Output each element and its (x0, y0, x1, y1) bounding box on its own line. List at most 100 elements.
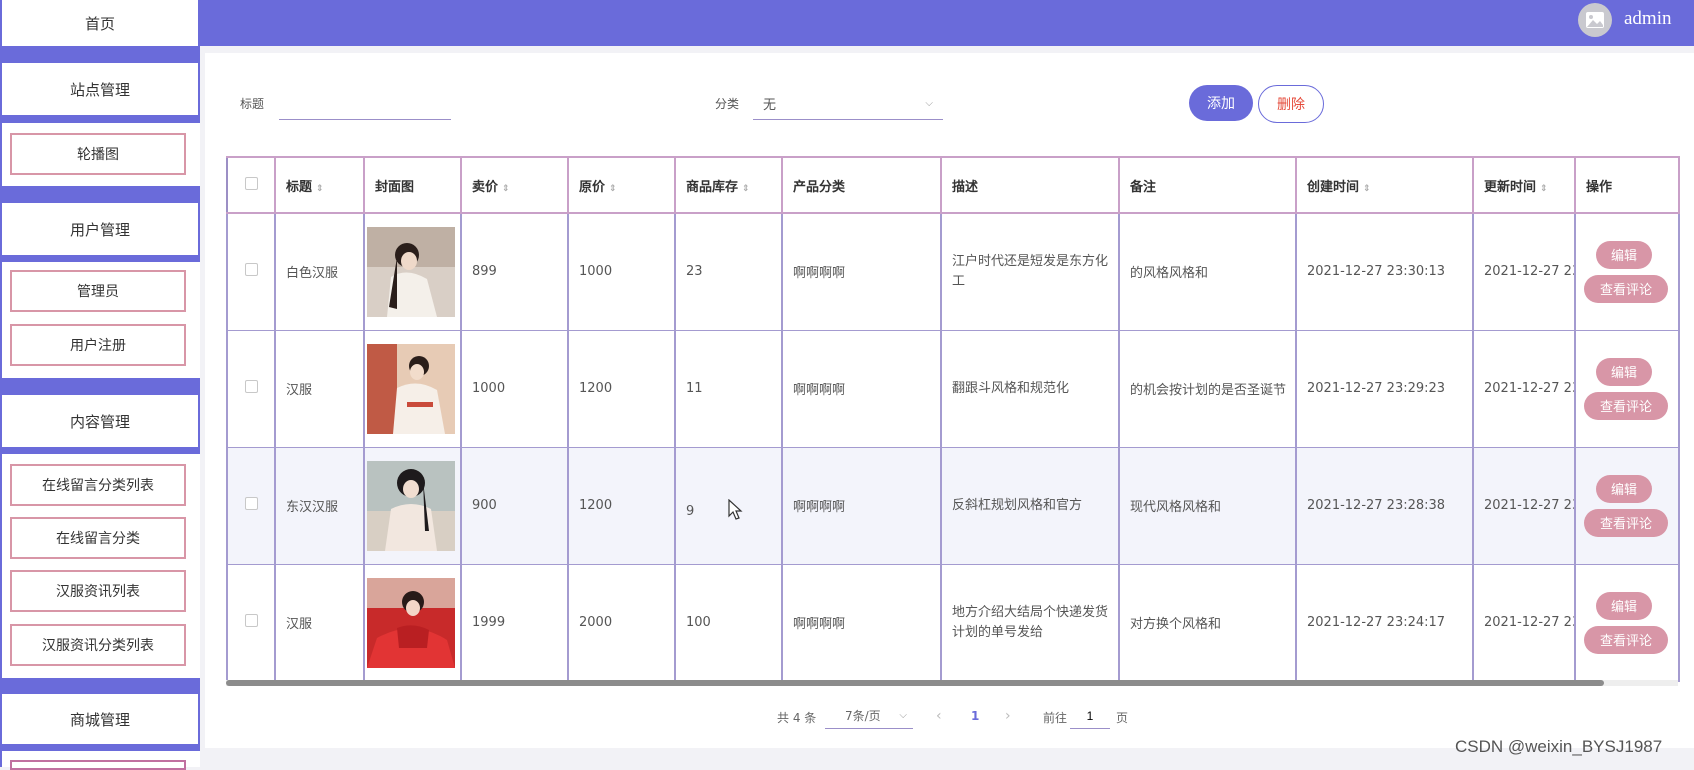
row-select[interactable] (226, 446, 276, 565)
sidebar-item-label: 汉服资讯列表 (56, 584, 140, 600)
sort-icon[interactable]: ⇕ (742, 184, 750, 194)
prev-page-icon[interactable]: ‹ (936, 708, 942, 724)
view-comments-button[interactable]: 查看评论 (1584, 508, 1668, 537)
column-header[interactable]: 卖价 ⇕ (460, 156, 569, 214)
row-select[interactable] (226, 212, 276, 331)
cell-note: 的风格风格和 (1118, 212, 1297, 331)
column-header[interactable]: 创建时间 ⇕ (1295, 156, 1474, 214)
column-header: 备注 (1118, 156, 1297, 214)
column-header[interactable]: 标题 ⇕ (274, 156, 365, 214)
column-header: 产品分类 (781, 156, 942, 214)
cell-updated: 2021-12-27 23 (1472, 329, 1576, 448)
image-icon (1586, 12, 1604, 28)
cell-title: 汉服 (274, 329, 365, 448)
cell-created: 2021-12-27 23:24:17 (1295, 563, 1474, 682)
checkbox[interactable] (244, 263, 258, 277)
column-header-label: 标题 (286, 179, 313, 195)
column-header[interactable]: 原价 ⇕ (567, 156, 676, 214)
sidebar-group-mall[interactable]: 商城管理 (2, 694, 200, 744)
cell-title: 汉服 (274, 563, 365, 682)
sidebar-item-partial[interactable] (10, 760, 186, 770)
pagination-total: 共 4 条 (777, 711, 817, 725)
next-page-icon[interactable]: › (1005, 708, 1011, 724)
title-filter-input[interactable] (279, 90, 451, 120)
view-comments-button[interactable]: 查看评论 (1584, 274, 1668, 303)
column-header-label: 创建时间 (1307, 179, 1360, 195)
cell-created: 2021-12-27 23:30:13 (1295, 212, 1474, 331)
sidebar-group-label: 用户管理 (69, 220, 130, 239)
top-bar (200, 0, 1694, 46)
category-select[interactable]: 无 ⌵ (753, 88, 943, 120)
sidebar-group-label: 站点管理 (69, 80, 130, 99)
edit-button[interactable]: 编辑 (1596, 474, 1652, 503)
edit-button[interactable]: 编辑 (1596, 591, 1652, 620)
sidebar-item-carousel[interactable]: 轮播图 (10, 133, 186, 175)
column-header-label: 卖价 (472, 179, 499, 195)
edit-button[interactable]: 编辑 (1596, 240, 1652, 269)
column-header: 描述 (940, 156, 1120, 214)
username[interactable]: admin (1624, 8, 1672, 30)
checkbox[interactable] (244, 614, 258, 627)
category-filter-label: 分类 (715, 97, 740, 111)
row-select[interactable] (226, 329, 276, 448)
add-button[interactable]: 添加 (1189, 85, 1253, 121)
delete-button[interactable]: 删除 (1258, 85, 1324, 123)
sidebar-item-label: 管理员 (77, 284, 119, 300)
cell-description: 地方介绍大结局个快递发货计划的单号发给 (940, 563, 1120, 682)
table-row: 白色汉服 899 1000 23 啊啊啊啊 江户时代还是短发是东方化工 的风格风… (226, 212, 1680, 331)
view-comments-button[interactable]: 查看评论 (1584, 625, 1668, 654)
cell-original-price: 1200 (567, 446, 676, 565)
cell-created: 2021-12-27 23:28:38 (1295, 446, 1474, 565)
cell-cover (363, 563, 462, 682)
cell-original-price: 2000 (567, 563, 676, 682)
view-comments-button[interactable]: 查看评论 (1584, 391, 1668, 420)
sort-icon[interactable]: ⇕ (502, 184, 510, 194)
avatar[interactable] (1578, 3, 1612, 37)
checkbox[interactable] (244, 380, 258, 393)
sidebar-item-news-list[interactable]: 汉服资讯列表 (10, 570, 186, 612)
row-select[interactable] (226, 563, 276, 682)
checkbox[interactable] (244, 176, 258, 190)
column-header[interactable]: 更新时间 ⇕ (1472, 156, 1576, 214)
sidebar-item-news-cat-list[interactable]: 汉服资讯分类列表 (10, 624, 186, 666)
sidebar-group-label: 商城管理 (69, 710, 130, 729)
sidebar-item-msg-cat[interactable]: 在线留言分类 (10, 517, 186, 559)
mouse-cursor-icon (728, 498, 743, 520)
sort-icon[interactable]: ⇕ (316, 184, 324, 194)
column-header-label: 描述 (952, 179, 979, 195)
sidebar-item-home[interactable]: 首页 (2, 0, 200, 46)
sidebar-group-user[interactable]: 用户管理 (2, 203, 200, 255)
sort-icon[interactable]: ⇕ (609, 184, 617, 194)
cell-updated: 2021-12-27 23 (1472, 212, 1576, 331)
sidebar: 首页 站点管理 轮播图 用户管理 管理员 用户注册 内容管理 在线留言分类列表 … (0, 0, 200, 770)
sort-icon[interactable]: ⇕ (1363, 184, 1371, 194)
scrollbar-thumb[interactable] (226, 680, 1604, 686)
cell-category: 啊啊啊啊 (781, 212, 942, 331)
page-number-current[interactable]: 1 (971, 709, 979, 723)
chevron-down-icon: ⌵ (899, 710, 907, 721)
cell-title: 东汉汉服 (274, 446, 365, 565)
cell-stock: 9 (674, 446, 783, 565)
sidebar-group-site[interactable]: 站点管理 (2, 63, 200, 115)
edit-button[interactable]: 编辑 (1596, 357, 1652, 386)
sidebar-group-content[interactable]: 内容管理 (2, 395, 200, 447)
page-size-select[interactable]: 7条/页 ⌵ (825, 703, 913, 729)
sidebar-item-admin[interactable]: 管理员 (10, 270, 186, 312)
title-filter-label: 标题 (240, 97, 265, 111)
sort-icon[interactable]: ⇕ (1540, 184, 1548, 194)
select-all-checkbox[interactable] (226, 156, 276, 214)
cell-description: 反斜杠规划风格和官方 (940, 446, 1120, 565)
sidebar-item-msg-cat-list[interactable]: 在线留言分类列表 (10, 464, 186, 506)
column-header[interactable]: 商品库存 ⇕ (674, 156, 783, 214)
goto-page-input[interactable] (1070, 703, 1110, 729)
cell-stock: 23 (674, 212, 783, 331)
sidebar-item-user-register[interactable]: 用户注册 (10, 324, 186, 366)
cell-updated: 2021-12-27 23 (1472, 563, 1576, 682)
chevron-down-icon: ⌵ (925, 98, 933, 109)
cell-note: 的机会按计划的是否圣诞节 (1118, 329, 1297, 448)
horizontal-scrollbar[interactable] (226, 680, 1678, 686)
column-header-label: 原价 (579, 179, 606, 195)
cover-image (367, 577, 455, 668)
checkbox[interactable] (244, 497, 258, 510)
cell-created: 2021-12-27 23:29:23 (1295, 329, 1474, 448)
